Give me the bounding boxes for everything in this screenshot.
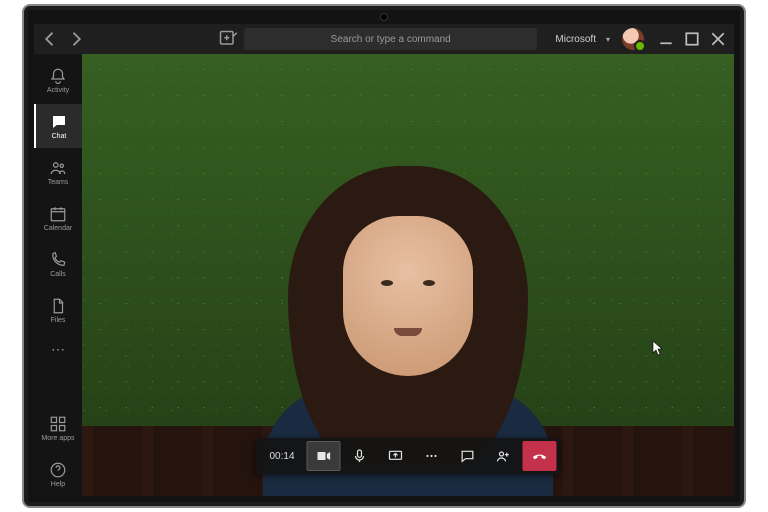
mouse-cursor-icon — [652, 340, 664, 356]
rail-label: Files — [51, 317, 66, 324]
call-control-bar: 00:14 — [255, 438, 560, 474]
rail-label: Teams — [48, 179, 69, 186]
rail-calendar[interactable]: Calendar — [34, 196, 82, 240]
hang-up-button[interactable] — [523, 441, 557, 471]
search-placeholder: Search or type a command — [331, 34, 451, 45]
rail-calls[interactable]: Calls — [34, 242, 82, 286]
search-input[interactable]: Search or type a command — [244, 28, 537, 50]
org-name[interactable]: Microsoft — [555, 34, 596, 45]
rail-help[interactable]: Help — [34, 452, 82, 496]
share-screen-button[interactable] — [379, 441, 413, 471]
toggle-camera-button[interactable] — [307, 441, 341, 471]
call-timer: 00:14 — [259, 451, 304, 462]
app-body: Activity Chat Teams Calendar Calls — [34, 54, 734, 496]
ellipsis-icon: ⋯ — [51, 342, 65, 356]
new-chat-button[interactable] — [218, 29, 238, 49]
show-participants-button[interactable] — [487, 441, 521, 471]
rail-apps[interactable]: More apps — [34, 406, 82, 450]
nav-forward-button[interactable] — [66, 29, 86, 49]
show-chat-button[interactable] — [451, 441, 485, 471]
tablet-device: Search or type a command Microsoft ▾ Act… — [24, 6, 744, 506]
rail-label: More apps — [41, 435, 74, 442]
title-bar: Search or type a command Microsoft ▾ — [34, 24, 734, 54]
rail-chat[interactable]: Chat — [34, 104, 82, 148]
app-rail: Activity Chat Teams Calendar Calls — [34, 54, 82, 496]
maximize-button[interactable] — [682, 29, 702, 49]
rail-label: Activity — [47, 87, 69, 94]
app-screen: Search or type a command Microsoft ▾ Act… — [34, 24, 734, 496]
minimize-button[interactable] — [656, 29, 676, 49]
nav-back-button[interactable] — [40, 29, 60, 49]
rail-teams[interactable]: Teams — [34, 150, 82, 194]
rail-label: Help — [51, 481, 65, 488]
rail-activity[interactable]: Activity — [34, 58, 82, 102]
rail-files[interactable]: Files — [34, 288, 82, 332]
rail-label: Chat — [52, 133, 67, 140]
rail-label: Calls — [50, 271, 66, 278]
rail-label: Calendar — [44, 225, 72, 232]
more-actions-button[interactable] — [415, 441, 449, 471]
close-button[interactable] — [708, 29, 728, 49]
toggle-mic-button[interactable] — [343, 441, 377, 471]
chevron-down-icon: ▾ — [606, 35, 610, 44]
device-camera — [380, 13, 388, 21]
profile-avatar[interactable] — [622, 28, 644, 50]
rail-more[interactable]: ⋯ — [34, 334, 82, 364]
video-stage: 00:14 — [82, 54, 734, 496]
